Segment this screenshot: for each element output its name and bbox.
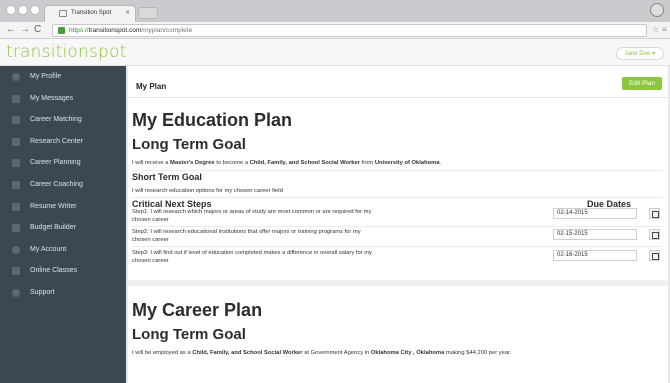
sidebar-item-resume-writer[interactable]: Resume Writer xyxy=(0,196,126,218)
user-menu-button[interactable]: Jane Doe ▾ xyxy=(615,47,664,60)
sidebar-item-label: Research Center xyxy=(30,137,83,145)
reload-icon[interactable]: C xyxy=(34,24,41,36)
calendar-icon[interactable] xyxy=(649,250,660,261)
tab-close-icon[interactable]: × xyxy=(125,8,130,17)
sidebar-item-research-center[interactable]: Research Center xyxy=(0,131,126,153)
career-plan-title: My Career Plan xyxy=(132,300,263,320)
address-bar-row: ← → C https://transitionspot.com/myplan/… xyxy=(0,22,670,39)
section-divider xyxy=(128,280,668,286)
window-minimize-dot[interactable] xyxy=(18,5,28,15)
url-input[interactable]: https://transitionspot.com/myplan/comple… xyxy=(52,24,647,37)
book-icon xyxy=(12,267,20,276)
sidebar-item-label: My Profile xyxy=(30,73,62,80)
education-long-term-text: I will receive a Master's Degree to beco… xyxy=(132,160,442,166)
person-icon xyxy=(12,245,20,254)
education-long-term-heading: Long Term Goal xyxy=(132,136,246,153)
row-divider xyxy=(132,170,662,171)
short-term-text: I will research education options for my… xyxy=(132,188,283,194)
checklist-icon xyxy=(12,180,20,189)
window-zoom-dot[interactable] xyxy=(30,5,40,15)
url-host: transitionspot.com xyxy=(88,27,142,34)
due-date-input[interactable]: 02-15-2015 xyxy=(553,229,637,240)
pencil-icon xyxy=(12,202,20,211)
row-divider xyxy=(132,197,662,198)
sidebar-item-label: Career Planning xyxy=(30,159,81,167)
sidebar-item-my-messages[interactable]: My Messages xyxy=(0,88,126,110)
sidebar-item-label: Career Coaching xyxy=(30,180,83,188)
new-tab-button[interactable] xyxy=(138,7,158,19)
crown-icon xyxy=(12,116,20,125)
browser-tab-bar: Transition Spot × xyxy=(0,0,670,22)
menu-icon[interactable]: ≡ xyxy=(662,25,667,34)
sidebar-item-career-planning[interactable]: Career Planning xyxy=(0,152,126,174)
sidebar-item-label: Online Classes xyxy=(30,267,78,275)
career-long-term-text: I will be employed as a Child, Family, a… xyxy=(132,350,512,356)
person-icon xyxy=(12,73,20,81)
logo[interactable]: transitionspot xyxy=(6,42,127,62)
sidebar-item-online-classes[interactable]: Online Classes xyxy=(0,260,126,282)
sidebar-item-label: My Account xyxy=(30,245,67,253)
sidebar-item-support[interactable]: Support xyxy=(0,282,126,304)
envelope-icon xyxy=(12,94,20,103)
sidebar-item-label: Support xyxy=(30,288,55,296)
calendar-icon[interactable] xyxy=(649,229,660,240)
browser-tab[interactable]: Transition Spot × xyxy=(44,5,136,22)
sidebar-item-label: My Messages xyxy=(30,94,74,102)
app-header: transitionspot Jane Doe ▾ xyxy=(0,39,670,66)
tab-title: Transition Spot xyxy=(71,10,112,16)
main-content: My Plan Edit Plan My Education Plan Long… xyxy=(128,66,668,383)
page-title: My Plan xyxy=(136,82,167,91)
lock-icon xyxy=(58,27,65,34)
due-date-input[interactable]: 02-14-2015 xyxy=(553,208,637,219)
sidebar: My Profile My Messages Career Matching R… xyxy=(0,66,126,383)
short-term-heading: Short Term Goal xyxy=(132,172,202,182)
crown-icon xyxy=(12,137,20,146)
plan-header-bar: My Plan Edit Plan xyxy=(128,74,668,98)
page-icon xyxy=(59,10,67,17)
sidebar-item-career-coaching[interactable]: Career Coaching xyxy=(0,174,126,196)
due-date-input[interactable]: 02-16-2015 xyxy=(553,250,637,261)
sidebar-item-career-matching[interactable]: Career Matching xyxy=(0,109,126,131)
checklist-icon xyxy=(12,159,20,168)
url-scheme: https:// xyxy=(69,27,89,34)
sidebar-item-my-profile[interactable]: My Profile xyxy=(0,66,126,88)
education-plan-title: My Education Plan xyxy=(132,110,293,130)
calendar-icon[interactable] xyxy=(649,208,660,219)
sidebar-item-budget-builder[interactable]: Budget Builder xyxy=(0,217,126,239)
step-item: Step3: I will find out if level of educa… xyxy=(132,250,372,264)
plan-content: My Education Plan Long Term Goal I will … xyxy=(128,100,668,383)
back-arrow-icon[interactable]: ← xyxy=(6,24,16,36)
forward-arrow-icon[interactable]: → xyxy=(20,24,30,36)
sidebar-item-label: Resume Writer xyxy=(30,202,77,210)
row-divider xyxy=(132,246,662,247)
step-item: Step2: I will research educational insti… xyxy=(132,229,361,243)
edit-plan-button[interactable]: Edit Plan xyxy=(621,77,662,90)
window-close-dot[interactable] xyxy=(6,5,16,15)
help-icon xyxy=(12,288,20,297)
sidebar-item-label: Budget Builder xyxy=(30,224,76,232)
row-divider xyxy=(132,226,662,227)
sidebar-item-label: Career Matching xyxy=(30,116,82,124)
url-path: /myplan/complete xyxy=(141,27,193,34)
step-item: Step1: I will research which majors or a… xyxy=(132,209,372,223)
browser-profile-icon[interactable] xyxy=(650,3,664,17)
sidebar-item-my-account[interactable]: My Account xyxy=(0,239,126,261)
star-icon[interactable]: ☆ xyxy=(652,25,659,34)
career-long-term-heading: Long Term Goal xyxy=(132,326,246,343)
bank-icon xyxy=(12,224,20,233)
